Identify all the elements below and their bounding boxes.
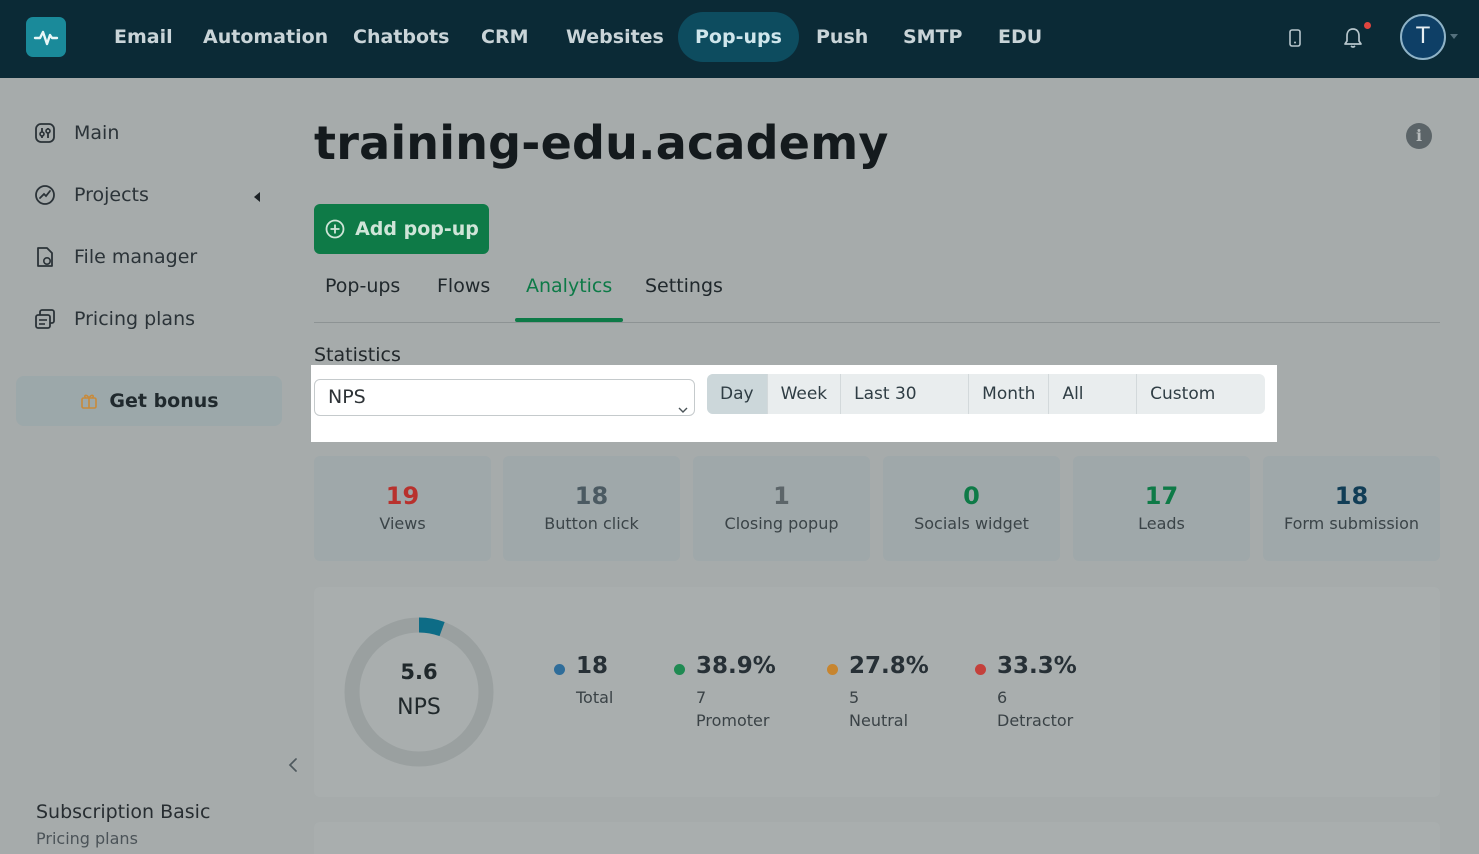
- stat-card-socials-widget: 0 Socials widget: [883, 456, 1060, 561]
- statistics-type-select[interactable]: NPS: [314, 379, 695, 416]
- top-navbar: Email Automation Chatbots CRM Websites P…: [0, 0, 1479, 78]
- legend-label: Detractor: [997, 711, 1074, 730]
- nav-automation[interactable]: Automation: [186, 12, 345, 62]
- nav-crm[interactable]: CRM: [464, 12, 545, 62]
- period-all-time[interactable]: All time: [1049, 374, 1138, 414]
- tab-flows[interactable]: Flows: [437, 275, 490, 297]
- nps-gauge-track: [344, 617, 494, 767]
- mobile-app-icon[interactable]: [1281, 24, 1309, 52]
- avatar-dropdown-icon[interactable]: [1450, 34, 1458, 39]
- legend-dot: [674, 664, 685, 675]
- avatar[interactable]: T: [1400, 14, 1446, 60]
- nps-label: NPS: [397, 695, 441, 720]
- notification-badge: [1364, 22, 1371, 29]
- select-value: NPS: [328, 386, 366, 408]
- stat-card-views: 19 Views: [314, 456, 491, 561]
- page-title: training-edu.academy: [314, 116, 889, 170]
- stat-value: 1: [773, 482, 790, 510]
- stat-value: 18: [1334, 482, 1369, 510]
- subscription-title: Subscription Basic: [36, 801, 211, 823]
- sidebar-item-label: Pricing plans: [74, 308, 196, 330]
- nav-websites[interactable]: Websites: [549, 12, 681, 62]
- chevron-down-icon: [678, 392, 688, 413]
- stat-card-button-click: 18 Button click: [503, 456, 680, 561]
- get-bonus-label: Get bonus: [109, 390, 219, 412]
- dashboard-icon: [32, 120, 58, 146]
- nav-popups[interactable]: Pop-ups: [678, 12, 799, 62]
- app-logo-icon[interactable]: [26, 17, 66, 57]
- stat-value: 19: [385, 482, 420, 510]
- bell-icon[interactable]: [1339, 24, 1367, 52]
- stat-label: Closing popup: [724, 514, 839, 533]
- subscription-pricing-link[interactable]: Pricing plans: [36, 829, 138, 848]
- legend-value: 27.8%: [849, 653, 929, 679]
- add-popup-label: Add pop-up: [355, 218, 479, 240]
- collapse-sidebar-icon[interactable]: [284, 754, 302, 776]
- period-month[interactable]: Month: [969, 374, 1050, 414]
- stat-value: 0: [963, 482, 980, 510]
- sidebar-item-pricing-plans[interactable]: Pricing plans: [32, 304, 195, 334]
- nav-edu[interactable]: EDU: [981, 12, 1059, 62]
- legend-count: 7: [696, 688, 707, 707]
- statistics-label: Statistics: [314, 344, 401, 366]
- stat-value: 18: [574, 482, 609, 510]
- period-last-30-days[interactable]: Last 30 days: [841, 374, 970, 414]
- period-week[interactable]: Week: [768, 374, 842, 414]
- add-popup-button[interactable]: Add pop-up: [314, 204, 489, 254]
- stat-card-leads: 17 Leads: [1073, 456, 1250, 561]
- sidebar-item-label: File manager: [74, 246, 198, 268]
- tab-popups[interactable]: Pop-ups: [325, 275, 400, 297]
- get-bonus-button[interactable]: Get bonus: [16, 376, 282, 426]
- stat-label: Leads: [1138, 514, 1185, 533]
- nav-push[interactable]: Push: [799, 12, 885, 62]
- legend-dot: [975, 664, 986, 675]
- stat-label: Button click: [544, 514, 639, 533]
- legend-count: 6: [997, 688, 1008, 707]
- stat-label: Socials widget: [914, 514, 1029, 533]
- period-custom-date[interactable]: Custom date: [1137, 374, 1265, 414]
- stat-label: Views: [379, 514, 426, 533]
- legend-value: 18: [576, 653, 609, 679]
- nps-gauge: [344, 617, 494, 767]
- legend-dot: [827, 664, 838, 675]
- sidebar-item-main[interactable]: Main: [32, 118, 119, 148]
- pricing-icon: [32, 306, 58, 332]
- plus-circle-icon: [324, 218, 346, 240]
- period-selector: Day Week Last 30 days Month All time Cus…: [707, 374, 1265, 414]
- active-tab-indicator: [515, 318, 623, 322]
- legend-value: 33.3%: [997, 653, 1077, 679]
- legend-label: Total: [576, 688, 614, 707]
- tabs-divider: [314, 322, 1440, 323]
- file-manager-icon: [32, 244, 58, 270]
- legend-label: Neutral: [849, 711, 909, 730]
- nps-score: 5.6: [400, 660, 438, 684]
- sidebar-item-file-manager[interactable]: File manager: [32, 242, 197, 272]
- sidebar-item-projects[interactable]: Projects: [32, 180, 149, 210]
- nav-chatbots[interactable]: Chatbots: [336, 12, 466, 62]
- legend-dot: [554, 664, 565, 675]
- legend-count: 5: [849, 688, 860, 707]
- nav-email[interactable]: Email: [97, 12, 190, 62]
- stat-label: Form submission: [1283, 514, 1420, 533]
- period-day[interactable]: Day: [707, 374, 768, 414]
- stat-card-closing-popup: 1 Closing popup: [693, 456, 870, 561]
- projects-icon: [32, 182, 58, 208]
- stat-card-form-submission: 18 Form submission: [1263, 456, 1440, 561]
- legend-value: 38.9%: [696, 653, 776, 679]
- projects-expand-icon[interactable]: [254, 192, 260, 202]
- chart-panel: [314, 822, 1440, 854]
- info-icon[interactable]: i: [1406, 123, 1432, 149]
- stat-value: 17: [1144, 482, 1179, 510]
- sidebar-item-label: Projects: [74, 184, 149, 206]
- legend-label: Promoter: [696, 711, 770, 730]
- gift-icon: [79, 391, 99, 411]
- nav-smtp[interactable]: SMTP: [886, 12, 979, 62]
- sidebar-item-label: Main: [74, 122, 120, 144]
- tab-settings[interactable]: Settings: [645, 275, 723, 297]
- tab-analytics[interactable]: Analytics: [526, 275, 612, 297]
